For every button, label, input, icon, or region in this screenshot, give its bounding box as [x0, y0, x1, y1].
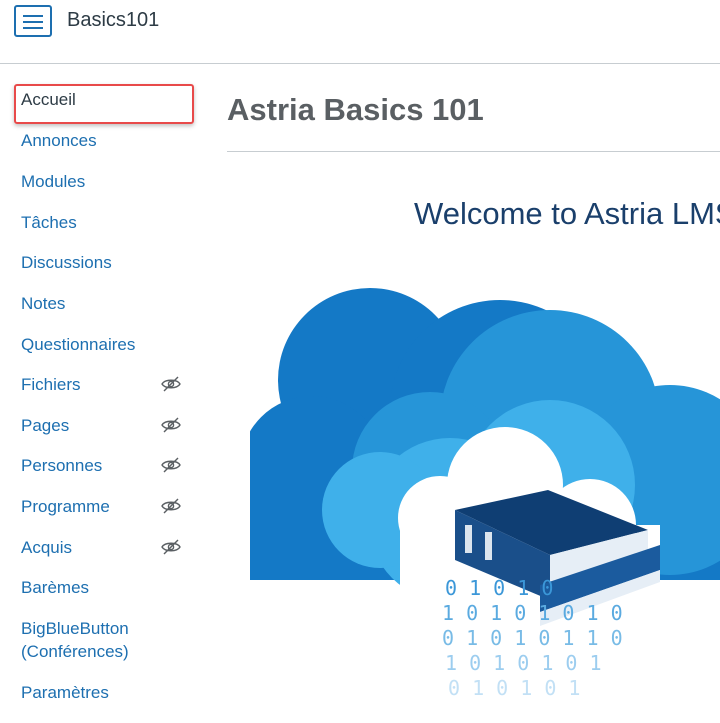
cloud-books-binary-illustration: 0 1 0 1 0 1 0 1 0 1 0 1 0 0 1 0 1 0 1 1 …	[250, 288, 720, 720]
svg-text:0 1 0 1 0 1: 0 1 0 1 0 1	[448, 676, 580, 700]
svg-text:1 0 1 0 1 0 1: 1 0 1 0 1 0 1	[445, 651, 602, 675]
eye-slash-icon	[161, 539, 181, 555]
nav-item-bigbluebutton[interactable]: BigBlueButton (Conférences)	[0, 617, 200, 681]
course-code-breadcrumb[interactable]: Basics101	[67, 9, 159, 32]
nav-item-fichiers[interactable]: Fichiers	[0, 373, 200, 414]
eye-slash-icon	[161, 417, 181, 433]
nav-item-parametres[interactable]: Paramètres	[0, 681, 200, 711]
nav-item-label: Personnes	[21, 456, 103, 475]
eye-slash-icon	[161, 498, 181, 514]
nav-item-label: Annonces	[21, 131, 97, 150]
nav-item-personnes[interactable]: Personnes	[0, 454, 200, 495]
nav-item-notes[interactable]: Notes	[0, 292, 200, 333]
nav-item-programme[interactable]: Programme	[0, 495, 200, 536]
eye-slash-icon	[161, 457, 181, 473]
nav-item-questionnaires[interactable]: Questionnaires	[0, 333, 200, 373]
nav-item-label: Questionnaires	[21, 335, 136, 354]
course-header: Basics101	[0, 0, 720, 64]
welcome-heading: Welcome to Astria LMS	[414, 196, 720, 231]
title-divider	[227, 151, 720, 152]
nav-item-acquis[interactable]: Acquis	[0, 536, 200, 576]
nav-item-label: Programme	[21, 497, 110, 516]
nav-item-taches[interactable]: Tâches	[0, 211, 200, 251]
book-spine-band	[485, 532, 492, 560]
nav-item-label: Paramètres	[21, 683, 109, 702]
hero-illustration: 0 1 0 1 0 1 0 1 0 1 0 1 0 0 1 0 1 0 1 1 …	[250, 270, 720, 720]
nav-item-label: Accueil	[21, 90, 76, 109]
course-navigation: Accueil Annonces Modules Tâches Discussi…	[0, 84, 200, 711]
svg-text:1 0 1 0 1 0 1 0: 1 0 1 0 1 0 1 0	[442, 601, 623, 625]
nav-item-annonces[interactable]: Annonces	[0, 129, 200, 170]
nav-item-label: Notes	[21, 294, 66, 313]
nav-item-discussions[interactable]: Discussions	[0, 251, 200, 292]
nav-item-label-line2: (Conférences)	[21, 642, 129, 661]
nav-item-label: Discussions	[21, 253, 112, 272]
nav-item-baremes[interactable]: Barèmes	[0, 576, 200, 617]
nav-item-label: Acquis	[21, 538, 73, 557]
eye-slash-icon	[161, 376, 181, 392]
nav-item-label: Tâches	[21, 213, 77, 232]
nav-item-label: Fichiers	[21, 375, 81, 394]
book-spine-band	[465, 525, 472, 553]
nav-item-modules[interactable]: Modules	[0, 170, 200, 211]
nav-item-pages[interactable]: Pages	[0, 414, 200, 454]
svg-text:0 1 0 1 0 1 1 0: 0 1 0 1 0 1 1 0	[442, 626, 623, 650]
nav-item-label: Pages	[21, 416, 70, 435]
nav-item-label: Barèmes	[21, 578, 90, 597]
nav-item-accueil[interactable]: Accueil	[0, 84, 200, 129]
svg-text:0 1 0 1 0: 0 1 0 1 0	[445, 576, 553, 600]
hamburger-menu-icon[interactable]	[14, 5, 52, 37]
nav-item-label: Modules	[21, 172, 86, 191]
page-title: Astria Basics 101	[227, 92, 484, 127]
nav-item-label: BigBlueButton	[21, 619, 129, 638]
